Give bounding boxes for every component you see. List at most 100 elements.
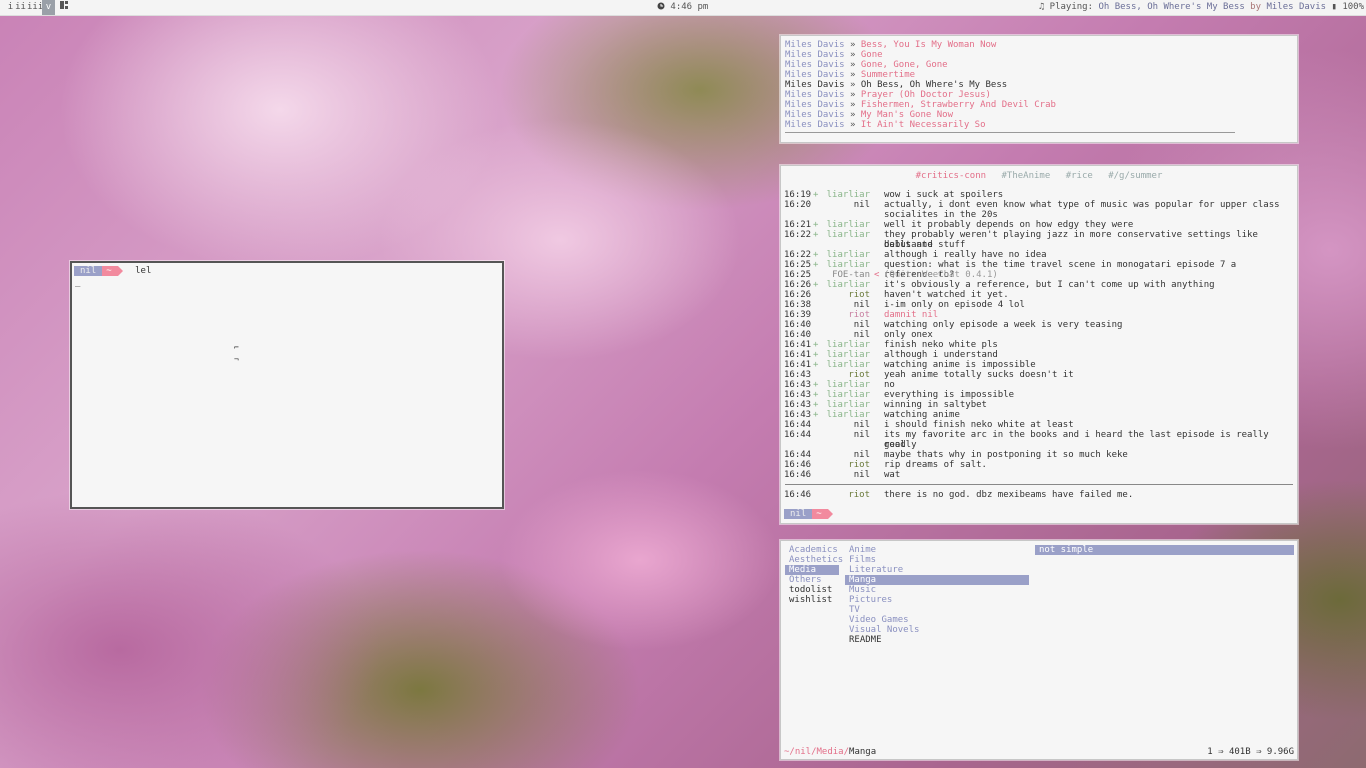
message-nick: liarliar bbox=[826, 380, 870, 390]
dir-item[interactable]: Pictures bbox=[845, 595, 1029, 605]
workspace-3[interactable]: iii bbox=[27, 0, 43, 15]
message-text: there is no god. dbz mexibeams have fail… bbox=[884, 490, 1134, 500]
now-playing: ♫ Playing: Oh Bess, Oh Where's My Bess b… bbox=[1039, 0, 1364, 15]
terminal-cursor[interactable]: _ bbox=[75, 278, 80, 288]
playlist-item[interactable]: Miles Davis » It Ain't Necessarily So bbox=[785, 120, 1056, 130]
file-item[interactable]: todolist bbox=[785, 585, 839, 595]
playlist-artist: Miles Davis bbox=[785, 90, 845, 100]
message-text: rip dreams of salt. bbox=[884, 460, 987, 470]
terminal-glyph: ¬ bbox=[234, 355, 239, 364]
terminal-glyph: ⌐ bbox=[234, 343, 239, 352]
music-note-icon: ♫ bbox=[1038, 2, 1045, 12]
terminal-command: lel bbox=[135, 266, 152, 276]
playlist-artist: Miles Davis bbox=[785, 50, 845, 60]
message-text: finish neko white pls bbox=[884, 340, 998, 350]
message-nick: riot bbox=[848, 290, 870, 300]
now-playing-by: by bbox=[1250, 2, 1262, 12]
message-time: 16:46 bbox=[784, 460, 812, 470]
file-item[interactable]: wishlist bbox=[785, 595, 839, 605]
playlist-artist: Miles Davis bbox=[785, 110, 845, 120]
message-nick: liarliar bbox=[826, 280, 870, 290]
tile-layout-icon[interactable] bbox=[57, 0, 70, 15]
message-nick: FOE-tan bbox=[832, 270, 870, 280]
message-nick: riot bbox=[848, 310, 870, 320]
dir-item[interactable]: Academics bbox=[785, 545, 839, 555]
playlist-item[interactable]: Miles Davis » Fishermen, Strawberry And … bbox=[785, 100, 1056, 110]
top-bar: i ii iii v 4:46 pm ♫ Playing: Oh Bess, O… bbox=[0, 0, 1366, 16]
playlist-window[interactable]: Miles Davis » Bess, You Is My Woman Now … bbox=[780, 35, 1298, 143]
message-nick: nil bbox=[853, 330, 870, 340]
channel-tab[interactable]: #critics-conn bbox=[916, 171, 986, 181]
message-text: although i really have no idea bbox=[884, 250, 1047, 260]
message-time: 16:41 bbox=[784, 350, 812, 360]
dir-item-selected[interactable]: Media bbox=[785, 565, 839, 575]
separator: » bbox=[850, 60, 856, 70]
file-item[interactable]: README bbox=[845, 635, 1029, 645]
message-text: it's obviously a reference, but I can't … bbox=[884, 280, 1215, 290]
message-nick: nil bbox=[853, 420, 870, 430]
message-time: 16:43 bbox=[784, 390, 812, 400]
dir-item[interactable]: Films bbox=[845, 555, 1029, 565]
file-manager-window[interactable]: Academics Aesthetics Media Others todoli… bbox=[780, 540, 1298, 760]
separator: » bbox=[850, 120, 856, 130]
workspace-5[interactable]: v bbox=[42, 0, 55, 15]
separator: » bbox=[850, 100, 856, 110]
message-nick: liarliar bbox=[826, 400, 870, 410]
message-text: balls and stuff bbox=[884, 240, 966, 250]
dir-item[interactable]: Visual Novels bbox=[845, 625, 1029, 635]
input-prompt[interactable]: nil ~ bbox=[784, 509, 834, 519]
playlist-title: My Man's Gone Now bbox=[860, 110, 953, 120]
workspace-2[interactable]: ii bbox=[14, 0, 27, 15]
message-time: 16:43 bbox=[784, 400, 812, 410]
playlist-item[interactable]: Miles Davis » Prayer (Oh Doctor Jesus) bbox=[785, 90, 1056, 100]
message-nick: nil bbox=[853, 470, 870, 480]
progress-line bbox=[785, 132, 1235, 133]
prompt-user: nil bbox=[74, 266, 103, 276]
status-info: 1 ⇒ 401B ⇒ 9.96G bbox=[1207, 747, 1294, 757]
irc-window[interactable]: #critics-conn #TheAnime #rice #/g/summer… bbox=[780, 165, 1298, 524]
message-time: 16:44 bbox=[784, 450, 812, 460]
playlist-item[interactable]: Miles Davis » Gone, Gone, Gone bbox=[785, 60, 1056, 70]
dir-item-selected[interactable]: Manga bbox=[845, 575, 1029, 585]
dir-item[interactable]: Literature bbox=[845, 565, 1029, 575]
playlist: Miles Davis » Bess, You Is My Woman Now … bbox=[785, 40, 1056, 130]
playlist-item[interactable]: Miles Davis » Bess, You Is My Woman Now bbox=[785, 40, 1056, 50]
message-text: well it probably depends on how edgy the… bbox=[884, 220, 1134, 230]
message-text: watching only episode a week is very tea… bbox=[884, 320, 1123, 330]
message-text: yeah anime totally sucks doesn't it bbox=[884, 370, 1074, 380]
dir-item[interactable]: Music bbox=[845, 585, 1029, 595]
message-time: 16:19 bbox=[784, 190, 812, 200]
message-time: 16:38 bbox=[784, 300, 812, 310]
now-playing-label: Playing: bbox=[1049, 2, 1094, 12]
now-playing-track: Oh Bess, Oh Where's My Bess bbox=[1098, 2, 1245, 12]
message-nick: liarliar bbox=[826, 340, 870, 350]
message-time: 16:22 bbox=[784, 250, 812, 260]
dir-item[interactable]: Video Games bbox=[845, 615, 1029, 625]
separator: » bbox=[850, 80, 856, 90]
dir-item[interactable]: TV bbox=[845, 605, 1029, 615]
message-text: (Quit: WeeChat 0.4.1) bbox=[884, 270, 998, 280]
dir-item[interactable]: Aesthetics bbox=[785, 555, 843, 565]
playlist-item[interactable]: Miles Davis » My Man's Gone Now bbox=[785, 110, 1056, 120]
message-text: only onex bbox=[884, 330, 933, 340]
playlist-title: It Ain't Necessarily So bbox=[860, 120, 986, 130]
channel-tab[interactable]: #/g/summer bbox=[1108, 171, 1162, 181]
playlist-item-current[interactable]: Miles Davis » Oh Bess, Oh Where's My Bes… bbox=[785, 80, 1056, 90]
playlist-title: Oh Bess, Oh Where's My Bess bbox=[860, 80, 1008, 90]
channel-tab[interactable]: #TheAnime bbox=[1001, 171, 1050, 181]
message-nick: liarliar bbox=[826, 360, 870, 370]
message-time: 16:46 bbox=[784, 470, 812, 480]
quit-arrow: < bbox=[874, 270, 880, 280]
message-text: although i understand bbox=[884, 350, 998, 360]
message-nick: liarliar bbox=[826, 220, 870, 230]
playlist-title: Fishermen, Strawberry And Devil Crab bbox=[860, 100, 1056, 110]
channel-tab[interactable]: #rice bbox=[1066, 171, 1093, 181]
playlist-item[interactable]: Miles Davis » Summertime bbox=[785, 70, 1056, 80]
message-nick: nil bbox=[853, 300, 870, 310]
dir-item[interactable]: Anime bbox=[845, 545, 1029, 555]
dir-item[interactable]: Others bbox=[785, 575, 839, 585]
terminal-window[interactable]: nil ~ lel _ ⌐ ¬ bbox=[70, 261, 504, 509]
playlist-item[interactable]: Miles Davis » Gone bbox=[785, 50, 1056, 60]
message-time: 16:20 bbox=[784, 200, 812, 210]
dir-item-selected[interactable]: not simple bbox=[1035, 545, 1294, 555]
